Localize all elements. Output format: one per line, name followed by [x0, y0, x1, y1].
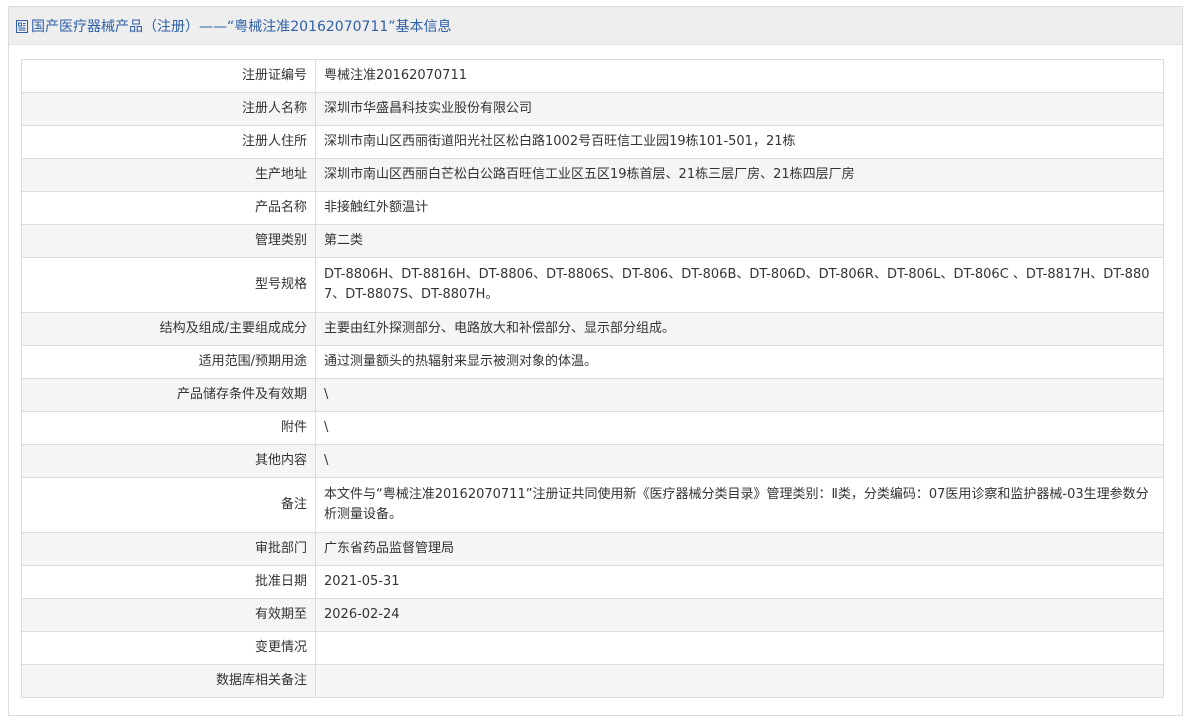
row-label: 生产地址 — [21, 158, 316, 192]
row-value: \ — [315, 444, 1164, 478]
row-label: 适用范围/预期用途 — [21, 345, 316, 379]
table-row: 附件 \ — [21, 411, 1164, 445]
row-value: 深圳市南山区西丽街道阳光社区松白路1002号百旺信工业园19栋101-501，2… — [315, 125, 1164, 159]
table-row: 结构及组成/主要组成成分 主要由红外探测部分、电路放大和补偿部分、显示部分组成。 — [21, 312, 1164, 346]
row-label: 型号规格 — [21, 257, 316, 313]
table-row: 注册证编号 粤械注准20162070711 — [21, 59, 1164, 93]
row-label: 批准日期 — [21, 565, 316, 599]
table-row: 数据库相关备注 — [21, 664, 1164, 698]
row-value: \ — [315, 411, 1164, 445]
row-label: 管理类别 — [21, 224, 316, 258]
table-row: 审批部门 广东省药品监督管理局 — [21, 532, 1164, 566]
table-row: 产品储存条件及有效期 \ — [21, 378, 1164, 412]
row-value — [315, 631, 1164, 665]
row-label: 注册人名称 — [21, 92, 316, 126]
table-row: 有效期至 2026-02-24 — [21, 598, 1164, 632]
row-value: DT-8806H、DT-8816H、DT-8806、DT-8806S、DT-80… — [315, 257, 1164, 313]
table-row: 备注 本文件与“粤械注准20162070711”注册证共同使用新《医疗器械分类目… — [21, 477, 1164, 533]
row-value — [315, 664, 1164, 698]
row-label: 产品储存条件及有效期 — [21, 378, 316, 412]
row-label: 数据库相关备注 — [21, 664, 316, 698]
document-icon — [16, 20, 28, 33]
table-row: 型号规格 DT-8806H、DT-8816H、DT-8806、DT-8806S、… — [21, 257, 1164, 313]
row-label: 附件 — [21, 411, 316, 445]
row-label: 结构及组成/主要组成成分 — [21, 312, 316, 346]
row-label: 有效期至 — [21, 598, 316, 632]
row-value: 深圳市华盛昌科技实业股份有限公司 — [315, 92, 1164, 126]
panel-header: 国产医疗器械产品（注册）——“粤械注准20162070711”基本信息 — [9, 7, 1182, 45]
row-value: 第二类 — [315, 224, 1164, 258]
table-row: 生产地址 深圳市南山区西丽白芒松白公路百旺信工业区五区19栋首层、21栋三层厂房… — [21, 158, 1164, 192]
table-row: 注册人住所 深圳市南山区西丽街道阳光社区松白路1002号百旺信工业园19栋101… — [21, 125, 1164, 159]
row-value: 深圳市南山区西丽白芒松白公路百旺信工业区五区19栋首层、21栋三层厂房、21栋四… — [315, 158, 1164, 192]
table-row: 产品名称 非接触红外额温计 — [21, 191, 1164, 225]
info-panel: 国产医疗器械产品（注册）——“粤械注准20162070711”基本信息 注册证编… — [8, 6, 1183, 716]
table-row: 批准日期 2021-05-31 — [21, 565, 1164, 599]
table-row: 其他内容 \ — [21, 444, 1164, 478]
row-value: 主要由红外探测部分、电路放大和补偿部分、显示部分组成。 — [315, 312, 1164, 346]
row-label: 其他内容 — [21, 444, 316, 478]
row-label: 变更情况 — [21, 631, 316, 665]
row-label: 审批部门 — [21, 532, 316, 566]
table-row: 注册人名称 深圳市华盛昌科技实业股份有限公司 — [21, 92, 1164, 126]
row-value: 2026-02-24 — [315, 598, 1164, 632]
page-title: 国产医疗器械产品（注册）——“粤械注准20162070711”基本信息 — [31, 18, 452, 35]
row-label: 注册证编号 — [21, 59, 316, 93]
table-row: 变更情况 — [21, 631, 1164, 665]
row-value: \ — [315, 378, 1164, 412]
info-table: 注册证编号 粤械注准20162070711 注册人名称 深圳市华盛昌科技实业股份… — [21, 59, 1164, 698]
row-value: 非接触红外额温计 — [315, 191, 1164, 225]
table-row: 适用范围/预期用途 通过测量额头的热辐射来显示被测对象的体温。 — [21, 345, 1164, 379]
row-value: 粤械注准20162070711 — [315, 59, 1164, 93]
row-value: 广东省药品监督管理局 — [315, 532, 1164, 566]
row-value: 通过测量额头的热辐射来显示被测对象的体温。 — [315, 345, 1164, 379]
row-label: 产品名称 — [21, 191, 316, 225]
row-value: 本文件与“粤械注准20162070711”注册证共同使用新《医疗器械分类目录》管… — [315, 477, 1164, 533]
row-value: 2021-05-31 — [315, 565, 1164, 599]
row-label: 备注 — [21, 477, 316, 533]
row-label: 注册人住所 — [21, 125, 316, 159]
table-row: 管理类别 第二类 — [21, 224, 1164, 258]
